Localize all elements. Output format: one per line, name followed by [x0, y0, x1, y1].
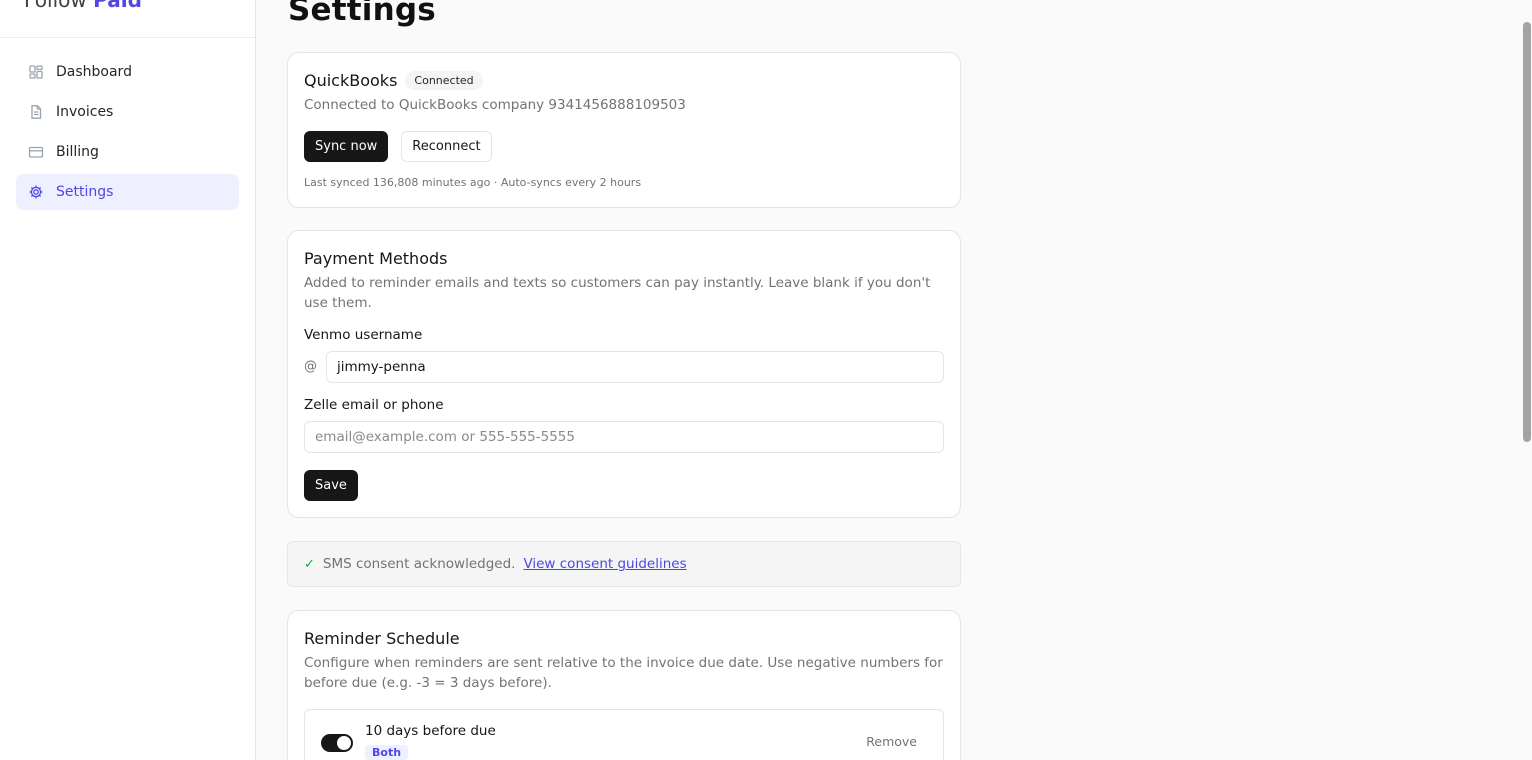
- consent-text: SMS consent acknowledged.: [322, 556, 516, 572]
- brand-name-part2: Paid: [93, 0, 142, 12]
- reconnect-button[interactable]: Reconnect: [401, 131, 492, 162]
- gear-icon: [28, 184, 44, 200]
- venmo-username-input[interactable]: jimmy-penna: [326, 351, 944, 383]
- sidebar-item-billing[interactable]: Billing: [16, 134, 239, 170]
- sync-status-text: Last synced 136,808 minutes ago · Auto-s…: [304, 176, 642, 189]
- brand-name-part1: Follow: [24, 0, 87, 12]
- sidebar-item-label: Invoices: [56, 104, 114, 120]
- sidebar-nav: Dashboard Invoices Billing Settings: [16, 54, 239, 214]
- page-title: Settings: [288, 0, 436, 28]
- scrollbar-thumb[interactable]: [1523, 22, 1531, 442]
- payment-methods-card: Payment Methods Added to reminder emails…: [287, 230, 961, 518]
- zelle-input[interactable]: email@example.com or 555-555-5555: [304, 421, 944, 453]
- sidebar-divider: [0, 37, 255, 38]
- payment-methods-description: Added to reminder emails and texts so cu…: [304, 275, 931, 311]
- save-button[interactable]: Save: [304, 470, 358, 501]
- payment-methods-title: Payment Methods: [304, 249, 448, 268]
- status-badge: Connected: [405, 71, 483, 90]
- reminder-schedule-title: Reminder Schedule: [304, 629, 460, 648]
- venmo-prefix: @: [304, 359, 317, 374]
- reminder-schedule-card: Reminder Schedule Configure when reminde…: [287, 610, 961, 760]
- reminder-schedule-description: Configure when reminders are sent relati…: [304, 655, 943, 691]
- quickbooks-description: Connected to QuickBooks company 93414568…: [304, 97, 686, 113]
- brand-logo[interactable]: Follow Paid: [24, 0, 142, 12]
- sync-now-button[interactable]: Sync now: [304, 131, 389, 162]
- sidebar-item-label: Billing: [56, 144, 99, 160]
- reminder-rule: 10 days before due Both Remove: [304, 709, 944, 760]
- credit-card-icon: [28, 144, 44, 160]
- quickbooks-card: QuickBooks Connected Connected to QuickB…: [287, 52, 961, 208]
- consent-guidelines-link[interactable]: View consent guidelines: [523, 556, 686, 572]
- sidebar-item-invoices[interactable]: Invoices: [16, 94, 239, 130]
- sidebar: Follow Paid Dashboard Invoices Billing S…: [0, 0, 256, 760]
- sidebar-item-label: Settings: [56, 184, 114, 200]
- channel-badge: Both: [365, 745, 409, 760]
- venmo-label: Venmo username: [304, 327, 423, 343]
- quickbooks-title: QuickBooks: [304, 71, 398, 90]
- reminder-toggle[interactable]: [321, 734, 353, 752]
- sidebar-item-dashboard[interactable]: Dashboard: [16, 54, 239, 90]
- sidebar-item-label: Dashboard: [56, 64, 132, 80]
- check-icon: ✓: [304, 556, 315, 572]
- zelle-label: Zelle email or phone: [304, 397, 444, 413]
- invoice-icon: [28, 104, 44, 120]
- dashboard-icon: [28, 64, 44, 80]
- remove-button[interactable]: Remove: [866, 734, 917, 749]
- sms-consent-banner: ✓ SMS consent acknowledged. View consent…: [287, 541, 961, 587]
- sidebar-item-settings[interactable]: Settings: [16, 174, 239, 210]
- scrollbar[interactable]: [1520, 0, 1532, 760]
- reminder-rule-label: 10 days before due: [365, 723, 496, 739]
